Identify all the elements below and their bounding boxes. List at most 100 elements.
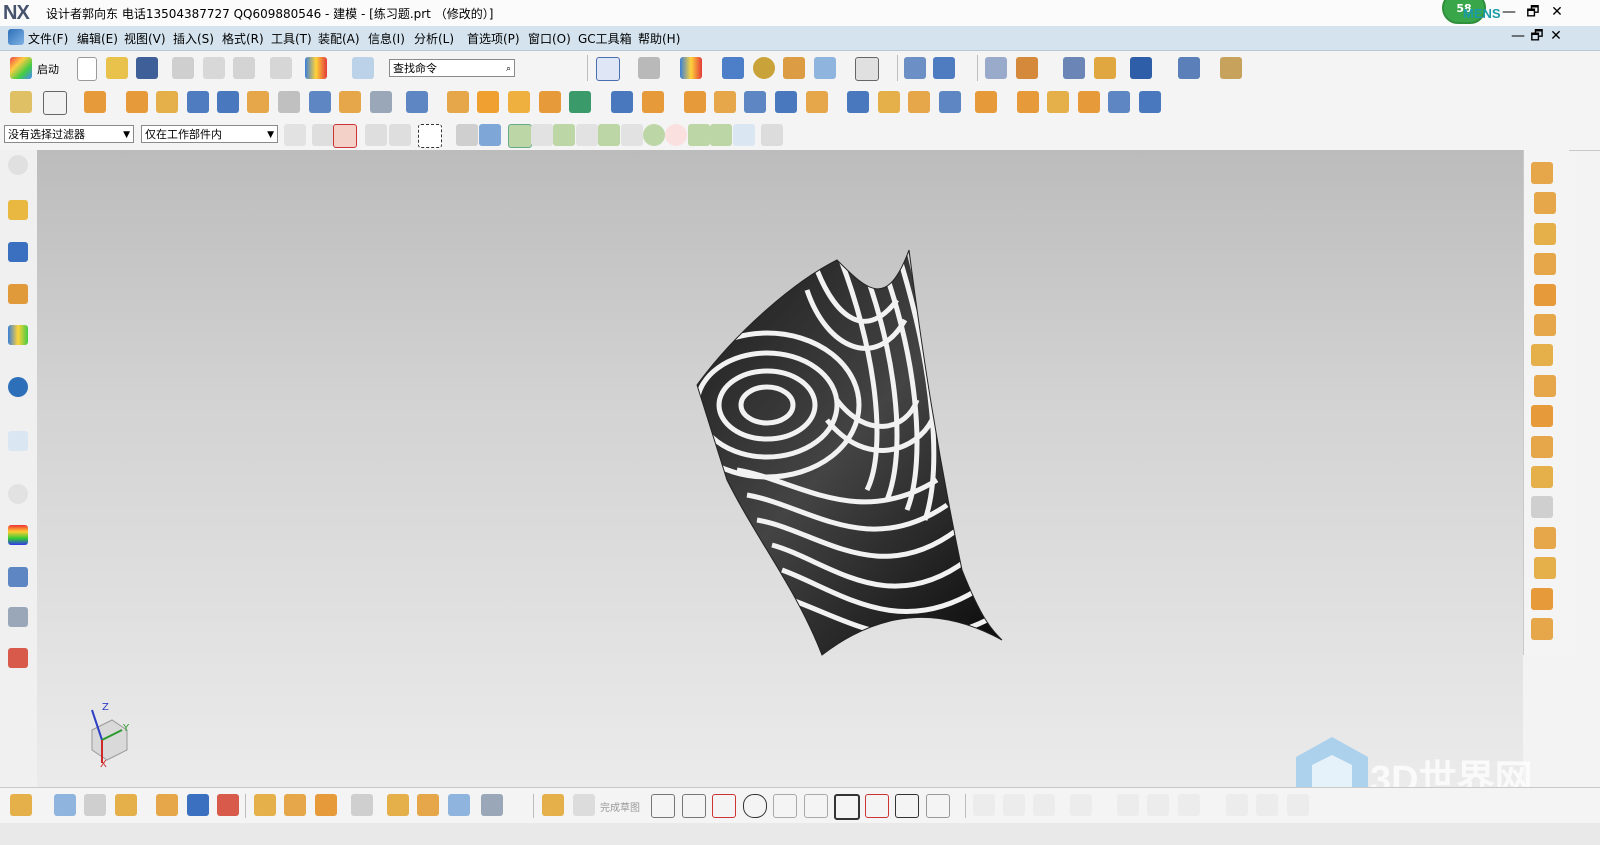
grid-icon[interactable]	[761, 124, 783, 146]
draft-icon[interactable]	[714, 91, 736, 113]
pocket-icon[interactable]	[247, 91, 269, 113]
pad-icon[interactable]	[278, 91, 300, 113]
geometric-constraints-icon[interactable]	[1117, 794, 1139, 816]
alternate-solution-icon[interactable]	[1226, 794, 1248, 816]
component-pattern-icon[interactable]	[1534, 253, 1556, 275]
close-button[interactable]: ✕	[1545, 2, 1569, 22]
through-curves-icon[interactable]	[847, 91, 869, 113]
snap-quadrant-icon[interactable]	[643, 124, 665, 146]
mirror-feature-icon[interactable]	[539, 91, 561, 113]
general-selection-icon[interactable]	[284, 124, 306, 146]
offset-curve-icon[interactable]	[217, 794, 239, 816]
assembly-navigator-icon[interactable]	[8, 200, 28, 220]
rectangle-select-icon[interactable]	[418, 124, 442, 148]
sketch-line-icon[interactable]	[682, 794, 706, 818]
fillet-icon[interactable]	[773, 794, 797, 818]
transform-icon[interactable]	[933, 57, 955, 79]
circle-icon[interactable]	[743, 794, 767, 818]
update-model-icon[interactable]	[1287, 794, 1309, 816]
analysis-icon[interactable]	[1178, 57, 1200, 79]
body-rule-icon[interactable]	[479, 124, 501, 146]
layer-settings-icon[interactable]	[783, 57, 805, 79]
display-product-outline-icon[interactable]	[1531, 436, 1553, 458]
sweep-icon[interactable]	[156, 91, 178, 113]
process-studio-icon[interactable]	[8, 567, 28, 587]
offset-face-icon[interactable]	[684, 91, 706, 113]
snap-endpoint-icon[interactable]	[508, 124, 532, 148]
save-icon[interactable]	[136, 57, 158, 79]
sew-icon[interactable]	[744, 91, 766, 113]
internet-explorer-icon[interactable]	[8, 377, 28, 397]
history-icon[interactable]	[8, 431, 28, 451]
menu-file[interactable]: 文件(F)	[28, 30, 68, 47]
fit-view-icon[interactable]	[596, 57, 620, 81]
sketch-icon[interactable]	[10, 91, 32, 113]
search-command-input[interactable]: 查找命令 ⌕	[389, 59, 515, 77]
snap-point-on-face-icon[interactable]	[733, 124, 755, 146]
part-navigator-icon[interactable]	[8, 284, 28, 304]
face-rule-icon[interactable]	[456, 124, 478, 146]
new-file-icon[interactable]	[77, 57, 97, 81]
sketch-new-icon[interactable]	[542, 794, 564, 816]
select-all-icon[interactable]	[389, 124, 411, 146]
new-component-icon[interactable]	[1534, 223, 1556, 245]
combined-projection-icon[interactable]	[54, 794, 76, 816]
layer-icon[interactable]	[985, 57, 1007, 79]
measure-distance-icon[interactable]	[1220, 57, 1242, 79]
start-button-label[interactable]: 启动	[37, 61, 59, 77]
menu-view[interactable]: 视图(V)	[124, 30, 166, 47]
auto-constrain-icon[interactable]	[1147, 794, 1169, 816]
thread-icon[interactable]	[370, 91, 392, 113]
thicken-icon[interactable]	[1017, 91, 1039, 113]
section-curve-icon[interactable]	[284, 794, 306, 816]
revolve-icon[interactable]	[126, 91, 148, 113]
move-component-icon[interactable]	[1534, 314, 1556, 336]
undo-icon[interactable]	[270, 57, 292, 79]
start-icon[interactable]	[10, 57, 32, 79]
clock-icon[interactable]	[8, 484, 28, 504]
move-object-icon[interactable]	[904, 57, 926, 79]
system-materials-icon[interactable]	[8, 648, 28, 668]
project-curve-icon[interactable]	[481, 794, 503, 816]
cut-icon[interactable]	[172, 57, 194, 79]
rectangle-icon[interactable]	[834, 794, 860, 820]
menu-analysis[interactable]: 分析(L)	[414, 30, 454, 47]
information-icon[interactable]	[352, 57, 374, 79]
snap-icon[interactable]	[1063, 57, 1085, 79]
arc-icon[interactable]	[712, 794, 736, 818]
menu-tools[interactable]: 工具(T)	[271, 30, 312, 47]
restore-button[interactable]: 🗗	[1521, 2, 1545, 22]
hole-icon[interactable]	[187, 91, 209, 113]
copy-icon[interactable]	[203, 57, 225, 79]
assembly-cut-icon[interactable]	[1531, 588, 1553, 610]
orient-view-icon[interactable]	[722, 57, 744, 79]
constraint-navigator-icon[interactable]	[8, 242, 28, 262]
point-icon[interactable]	[115, 794, 137, 816]
pattern-feature-icon[interactable]	[477, 91, 499, 113]
extrude-icon[interactable]	[84, 91, 106, 113]
menu-help[interactable]: 帮助(H)	[638, 30, 680, 47]
emboss-icon[interactable]	[806, 91, 828, 113]
show-hide-icon[interactable]	[855, 57, 879, 81]
shell-icon[interactable]	[569, 91, 591, 113]
polygon-icon[interactable]	[865, 794, 889, 818]
paste-icon[interactable]	[233, 57, 255, 79]
quick-extend-icon[interactable]	[1003, 794, 1025, 816]
reuse-library-icon[interactable]	[8, 325, 28, 345]
remember-constraints-icon[interactable]	[1531, 405, 1553, 427]
selection-scope-select[interactable]: 仅在工作部件内 ▼	[141, 125, 278, 143]
shaded-sphere-icon[interactable]	[753, 57, 775, 79]
snap-point-on-curve-icon[interactable]	[710, 124, 732, 146]
finish-sketch-label[interactable]: 完成草图	[600, 799, 640, 814]
mirror-curve-icon[interactable]	[187, 794, 209, 816]
exploded-views-icon[interactable]	[1531, 496, 1553, 518]
edge-blend-icon[interactable]	[406, 91, 428, 113]
snap-midpoint-icon[interactable]	[531, 124, 553, 146]
join-curve-icon[interactable]	[448, 794, 470, 816]
menu-information[interactable]: 信息(I)	[368, 30, 405, 47]
attributes-icon[interactable]	[1094, 57, 1116, 79]
sequence-icon[interactable]	[1534, 527, 1556, 549]
app-menu-icon[interactable]	[8, 29, 24, 45]
bounded-plane-icon[interactable]	[908, 91, 930, 113]
convert-reference-icon[interactable]	[1256, 794, 1278, 816]
